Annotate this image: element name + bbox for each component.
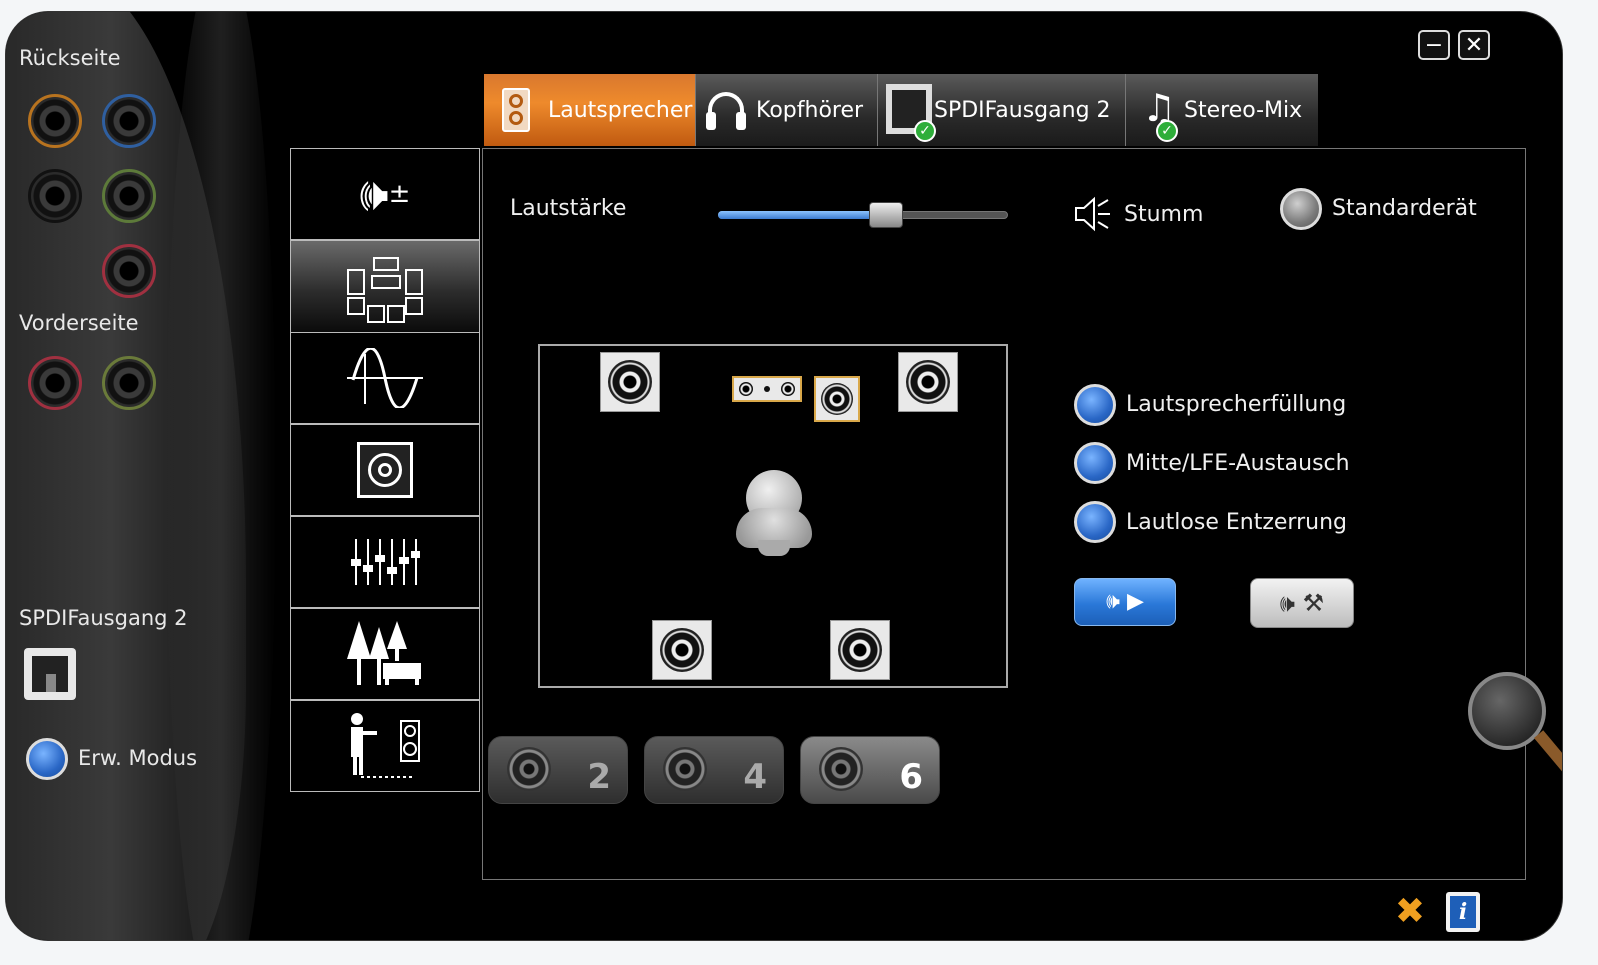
speaker-icon [496, 84, 540, 136]
minimize-button[interactable]: − [1418, 30, 1450, 60]
center-speaker-icon[interactable] [732, 376, 802, 402]
loudness-equalization-label[interactable]: Lautlose Entzerrung [1126, 510, 1347, 535]
channel-2-button[interactable]: 2 [488, 736, 628, 804]
volume-slider-fill [718, 211, 886, 219]
menu-equalizer[interactable] [290, 516, 480, 608]
default-device-label[interactable]: Standarderät [1332, 196, 1477, 221]
subwoofer-speaker-icon[interactable] [814, 376, 860, 422]
center-lfe-swap-label[interactable]: Mitte/LFE-Austausch [1126, 451, 1350, 476]
rear-left-speaker-icon[interactable] [652, 620, 712, 680]
volume-slider-thumb[interactable] [869, 202, 903, 228]
volume-label: Lautstärke [510, 196, 627, 221]
tab-kopfhoerer[interactable]: Kopfhörer [696, 74, 878, 146]
menu-room-correction[interactable] [290, 700, 480, 792]
tab-lautsprecher-label: Lautsprecher [548, 97, 693, 123]
speaker-cone-icon [507, 747, 551, 791]
speaker-tools-icon: 🕪 ⚒ [1279, 589, 1325, 617]
volume-adjust-icon: 🕪± [359, 167, 411, 221]
equalizer-icon [351, 539, 420, 585]
music-note-icon: ♫ ✓ [1140, 84, 1178, 142]
menu-speaker-configuration[interactable] [290, 240, 480, 334]
mute-speaker-icon[interactable] [1072, 196, 1112, 232]
rear-jack-orange[interactable] [28, 94, 82, 148]
rear-right-speaker-icon[interactable] [830, 620, 890, 680]
check-badge-icon: ✓ [1156, 120, 1178, 142]
front-jack-pink[interactable] [28, 356, 82, 410]
spdif-sidebar-label: SPDIFausgang 2 [19, 606, 188, 630]
menu-environment[interactable] [290, 608, 480, 700]
sine-wave-icon [347, 348, 423, 408]
room-correction-icon [351, 713, 420, 778]
advanced-mode-radio[interactable] [26, 738, 68, 780]
subwoofer-icon [357, 442, 413, 498]
speaker-cone-icon [663, 747, 707, 791]
speaker-fill-label[interactable]: Lautsprecherfüllung [1126, 392, 1346, 417]
magnifier-icon[interactable] [1468, 672, 1562, 792]
close-button[interactable]: ✕ [1458, 30, 1490, 60]
advanced-mode-label[interactable]: Erw. Modus [78, 746, 197, 770]
speaker-cone-icon [819, 747, 863, 791]
speaker-play-icon: 🕪 ▶ [1106, 589, 1144, 614]
channel-6-button[interactable]: 6 [800, 736, 940, 804]
speaker-layout-diagram [538, 344, 1008, 688]
mute-label[interactable]: Stumm [1124, 202, 1203, 227]
speaker-fill-radio[interactable] [1074, 384, 1116, 426]
sidebar-shine [166, 12, 276, 940]
speaker-test-play-button[interactable]: 🕪 ▶ [1074, 578, 1176, 626]
menu-subwoofer[interactable] [290, 424, 480, 516]
check-badge-icon: ✓ [914, 120, 936, 142]
tools-icon[interactable]: ✖ [1390, 892, 1430, 932]
front-left-speaker-icon[interactable] [600, 352, 660, 412]
audio-manager-window: Rückseite Vorderseite SPDIFausgang 2 Erw… [6, 12, 1562, 940]
speaker-settings-button[interactable]: 🕪 ⚒ [1250, 578, 1354, 628]
channel-6-label: 6 [899, 757, 923, 797]
default-device-radio[interactable] [1280, 188, 1322, 230]
front-jack-green[interactable] [102, 356, 156, 410]
front-right-speaker-icon[interactable] [898, 352, 958, 412]
tab-spdif-label: SPDIFausgang 2 [934, 97, 1111, 123]
spdif-port-icon: ✓ [886, 84, 936, 142]
menu-sine-wave[interactable] [290, 332, 480, 424]
tab-lautsprecher[interactable]: Lautsprecher [484, 74, 696, 146]
tab-stereo-mix-label: Stereo-Mix [1184, 97, 1303, 123]
info-icon[interactable]: i [1446, 892, 1480, 932]
rear-jack-green[interactable] [102, 169, 156, 223]
center-lfe-swap-radio[interactable] [1074, 442, 1116, 484]
loudness-equalization-radio[interactable] [1074, 501, 1116, 543]
speaker-configuration-icon [347, 251, 423, 323]
rear-jack-blue[interactable] [102, 94, 156, 148]
tab-stereo-mix[interactable]: ♫ ✓ Stereo-Mix [1126, 74, 1318, 146]
channel-2-label: 2 [587, 757, 611, 797]
spdif-port-icon[interactable] [24, 648, 76, 700]
rear-panel-label: Rückseite [19, 46, 121, 70]
channel-4-button[interactable]: 4 [644, 736, 784, 804]
volume-slider[interactable] [718, 202, 1008, 228]
channel-4-label: 4 [743, 757, 767, 797]
headphones-icon [704, 84, 748, 136]
tab-kopfhoerer-label: Kopfhörer [756, 97, 864, 123]
environment-icon [347, 621, 421, 685]
rear-jack-pink[interactable] [102, 244, 156, 298]
rear-jack-black[interactable] [28, 169, 82, 223]
tab-spdif[interactable]: ✓ SPDIFausgang 2 [878, 74, 1126, 146]
menu-volume-adjust[interactable]: 🕪± [290, 148, 480, 240]
front-panel-label: Vorderseite [19, 311, 139, 335]
listener-icon [736, 470, 812, 556]
